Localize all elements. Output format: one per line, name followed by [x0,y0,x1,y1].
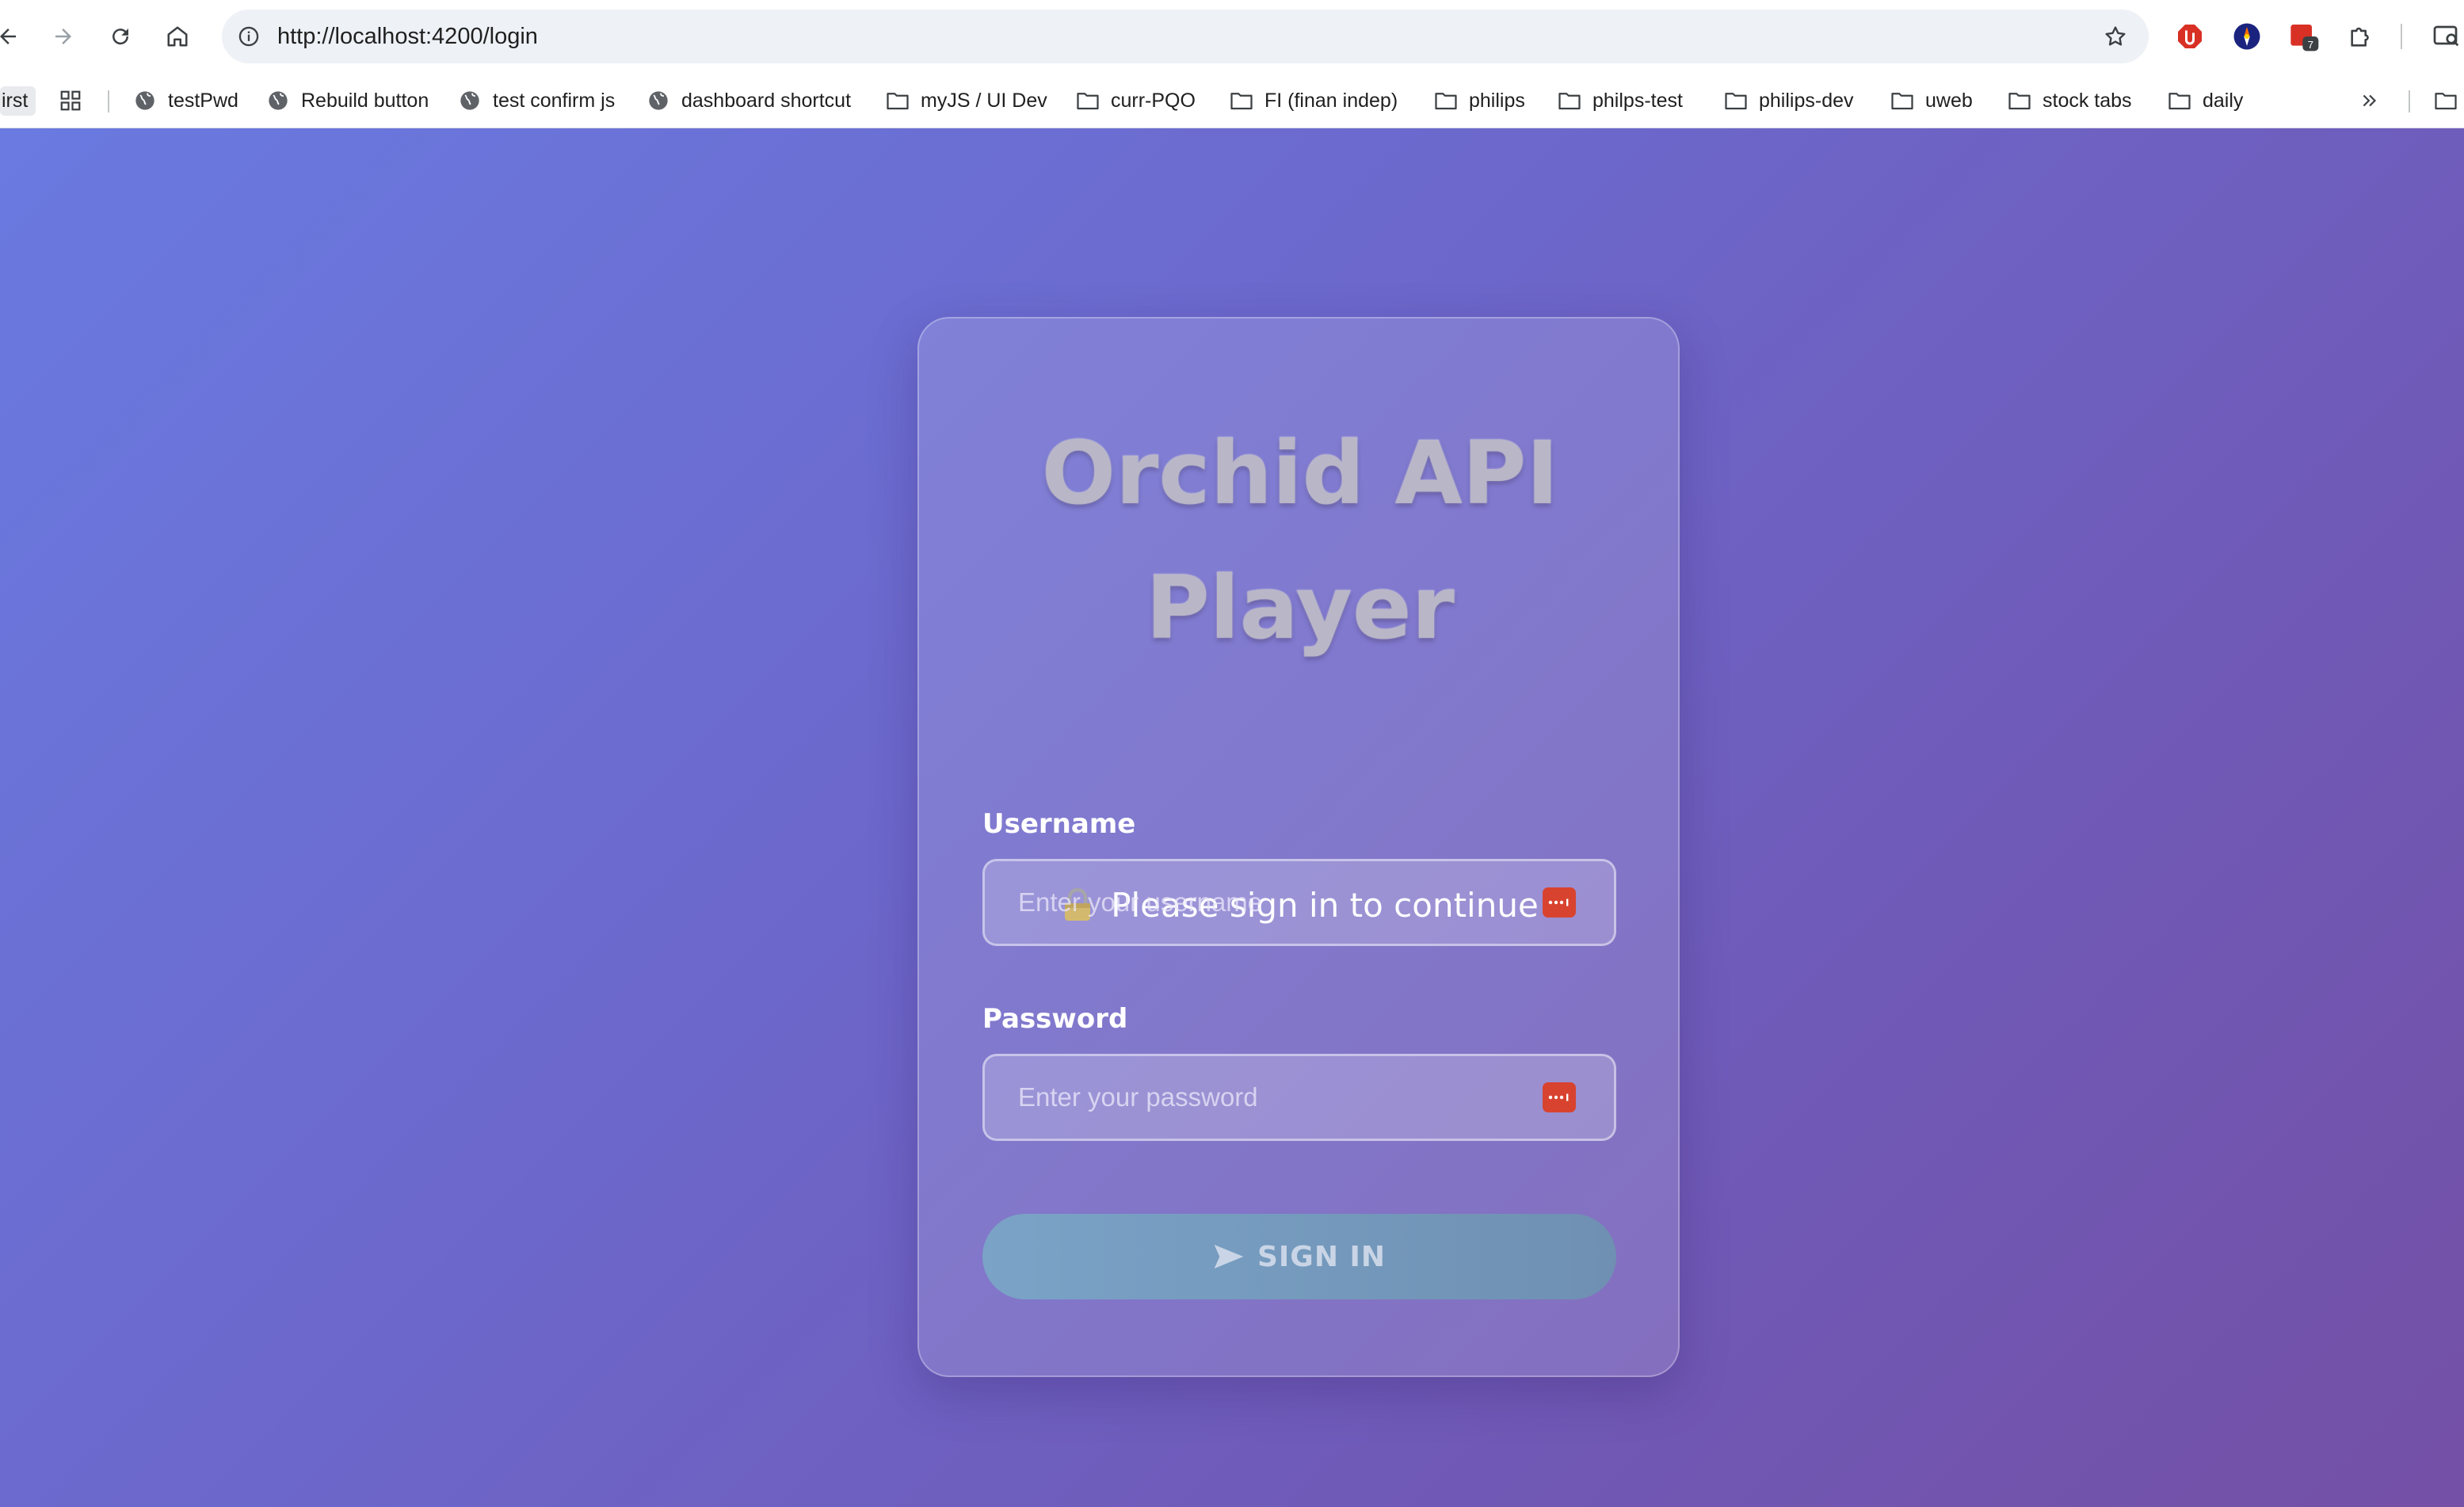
bookmark-test-confirm-js[interactable]: test confirm js [458,73,615,128]
extension-badge: 7 [2308,39,2313,51]
bookmark-label: philps-test [1592,89,1683,112]
bookmark-rebuild-button[interactable]: Rebuild button [266,73,429,128]
bookmark-label: irst [0,86,36,116]
apps-grid-icon[interactable] [59,73,82,128]
globe-icon [458,89,482,113]
folder-icon [1076,89,1100,113]
sign-in-button[interactable]: SIGN IN [982,1214,1616,1299]
bookmark-folder-stock-tabs[interactable]: stock tabs [2008,73,2132,128]
send-arrow-icon [1214,1245,1244,1269]
bookmark-folder-curr-pqo[interactable]: curr-PQO [1076,73,1196,128]
bookmark-item[interactable]: irst [0,73,36,128]
more-bookmarks-chevron-icon[interactable] [2359,73,2380,128]
site-info-icon[interactable] [233,21,265,52]
bookmark-label: stock tabs [2043,89,2132,112]
bookmark-label: philips-dev [1759,89,1854,112]
home-icon[interactable] [158,17,196,55]
globe-icon [133,89,157,113]
toolbar-divider [2401,24,2402,49]
bookmark-folder-uweb[interactable]: uweb [1890,73,1973,128]
bookmark-label: dashboard shortcut [681,89,852,112]
folder-icon [1890,89,1914,113]
adblock-extension-icon[interactable] [2172,19,2207,54]
bookmark-label: daily [2203,89,2244,112]
compass-extension-icon[interactable] [2229,19,2264,54]
password-input[interactable] [985,1056,1539,1139]
back-icon[interactable] [0,17,27,55]
bookmark-label: myJS / UI Dev [921,89,1047,112]
folder-icon [1434,89,1458,113]
username-field[interactable] [982,859,1616,946]
folder-icon [2008,89,2031,113]
bookmark-folder-fi[interactable]: FI (finan indep) [1230,73,1398,128]
bookmark-folder-philips-dev[interactable]: philips-dev [1724,73,1854,128]
bookmarks-divider [108,90,109,113]
folder-icon [2168,89,2191,113]
password-manager-icon[interactable] [1543,1082,1576,1112]
bookmarks-divider [2409,90,2410,113]
app-title: Orchid API Player [1041,422,1559,658]
bookmark-label: philips [1469,89,1525,112]
bookmark-label: FI (finan indep) [1264,89,1398,112]
bookmark-label: curr-PQO [1111,89,1196,112]
bookmark-folder-daily[interactable]: daily [2168,73,2243,128]
folder-icon [1558,89,1581,113]
folder-icon [1724,89,1748,113]
address-bar[interactable]: http://localhost:4200/login [222,10,2149,63]
globe-icon [647,89,670,113]
login-card: Orchid API Player Please sign in to cont… [917,317,1680,1377]
bookmark-folder-myjs[interactable]: myJS / UI Dev [886,73,1047,128]
calendar-extension-icon[interactable]: 7 [2287,19,2321,54]
bookmarks-bar: irst testPwd Rebuild button test confirm… [0,73,2464,128]
browser-toolbar: http://localhost:4200/login 7 [0,0,2464,73]
bookmark-testpwd[interactable]: testPwd [133,73,238,128]
login-page-background: Orchid API Player Please sign in to cont… [0,128,2464,1507]
username-label: Username [982,808,1136,840]
forward-icon[interactable] [44,17,82,55]
bookmark-label: uweb [1925,89,1973,112]
reload-icon[interactable] [101,17,139,55]
extensions-puzzle-icon[interactable] [2344,19,2378,54]
password-manager-icon[interactable] [1543,887,1576,918]
sign-in-label: SIGN IN [1257,1240,1386,1273]
bookmark-star-icon[interactable] [2100,21,2131,52]
folder-icon [886,89,910,113]
tab-search-icon[interactable] [2429,19,2464,54]
password-field[interactable] [982,1054,1616,1141]
bookmark-folder-philips[interactable]: philips [1434,73,1525,128]
url-text[interactable]: http://localhost:4200/login [277,10,538,63]
globe-icon [266,89,290,113]
bookmark-label: test confirm js [493,89,616,112]
bookmark-label: testPwd [168,89,238,112]
other-bookmarks-folder-icon[interactable] [2434,73,2458,128]
bookmark-dashboard-shortcut[interactable]: dashboard shortcut [647,73,851,128]
folder-icon [1230,89,1253,113]
username-input[interactable] [985,861,1539,944]
bookmark-label: Rebuild button [301,89,429,112]
bookmark-folder-philps-test[interactable]: philps-test [1558,73,1683,128]
password-label: Password [982,1003,1128,1035]
